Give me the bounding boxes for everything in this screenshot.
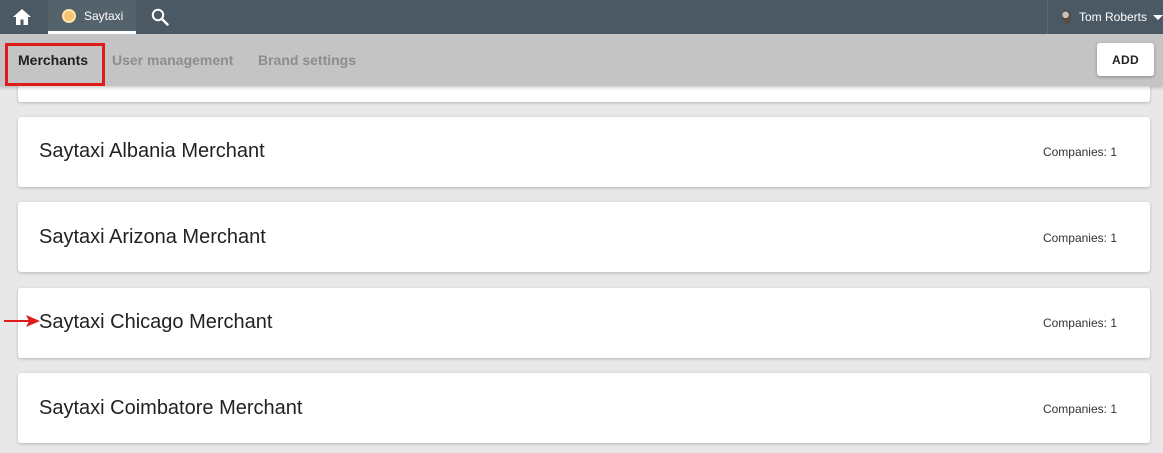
merchant-name: Saytaxi Coimbatore Merchant — [39, 397, 303, 419]
tab-saytaxi[interactable]: Saytaxi — [48, 0, 136, 34]
avatar — [1062, 10, 1071, 24]
merchant-name: Saytaxi Albania Merchant — [39, 140, 265, 162]
tab-merchants[interactable]: Merchants — [18, 52, 88, 68]
tab-saytaxi-label: Saytaxi — [84, 8, 124, 23]
merchant-companies-count: Companies: 1 — [1042, 231, 1117, 245]
merchant-card[interactable]: Saytaxi Chicago Merchant Companies: 1 — [18, 288, 1150, 358]
merchant-companies-count: Companies: 1 — [1042, 402, 1117, 416]
tab-user-management[interactable]: User management — [112, 52, 233, 68]
merchant-companies-count: Companies: 1 — [1042, 316, 1117, 330]
caret-down-icon — [1153, 14, 1163, 20]
merchant-card[interactable]: Saytaxi Arizona Merchant Companies: 1 — [18, 202, 1150, 272]
merchant-name: Saytaxi Arizona Merchant — [39, 226, 266, 248]
home-icon — [13, 9, 31, 25]
merchant-card[interactable]: Saytaxi Coimbatore Merchant Companies: 1 — [18, 373, 1150, 443]
add-button[interactable]: ADD — [1097, 43, 1154, 76]
user-name: Tom Roberts — [1078, 10, 1147, 24]
search-button[interactable] — [146, 0, 174, 34]
top-bar: Saytaxi Tom Roberts — [0, 0, 1163, 34]
merchant-name: Saytaxi Chicago Merchant — [39, 311, 273, 333]
user-menu[interactable]: Tom Roberts — [1047, 0, 1163, 34]
tab-brand-settings[interactable]: Brand settings — [258, 52, 356, 68]
home-button[interactable] — [0, 0, 44, 34]
saytaxi-logo-icon — [62, 8, 76, 23]
merchant-companies-count: Companies: 1 — [1042, 145, 1117, 159]
merchant-card[interactable]: Saytaxi Albania Merchant Companies: 1 — [18, 117, 1150, 187]
search-icon — [151, 8, 169, 26]
sub-nav-bar: Merchants User management Brand settings… — [0, 34, 1163, 86]
red-arrow-icon — [4, 315, 40, 327]
